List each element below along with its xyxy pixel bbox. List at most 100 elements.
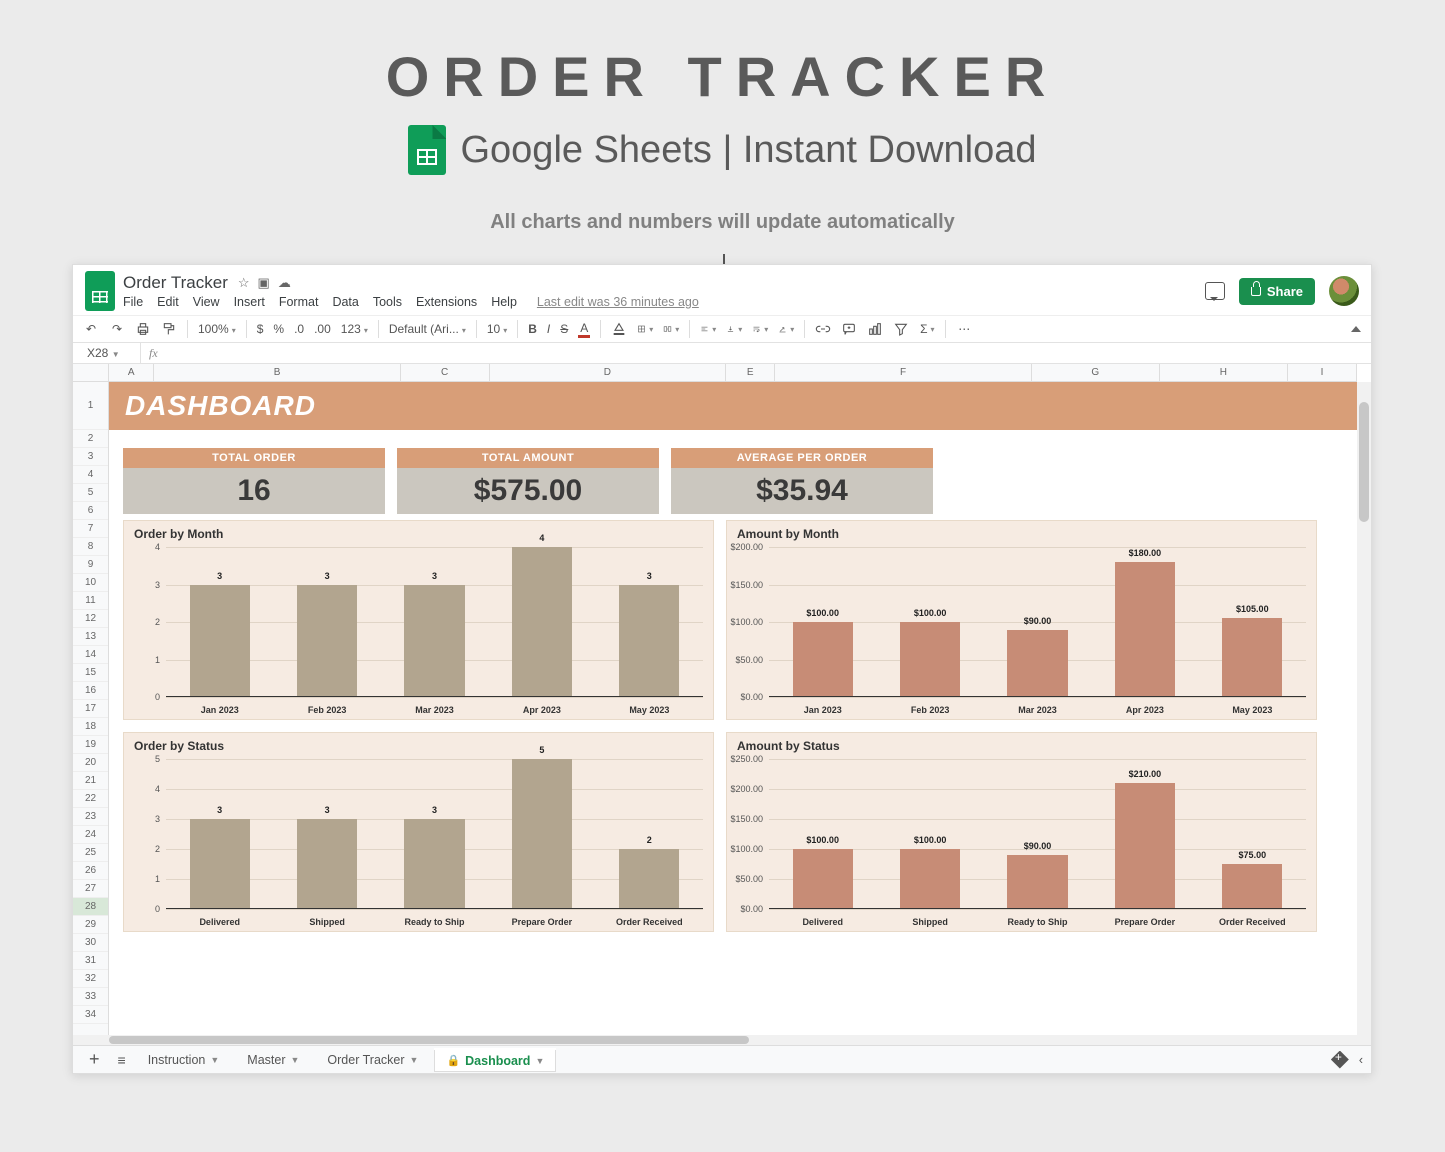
col-header-C[interactable]: C [401, 364, 490, 381]
menu-extensions[interactable]: Extensions [416, 295, 477, 309]
horizontal-align-button[interactable] [700, 321, 716, 337]
sheet-tab-master[interactable]: Master▼ [235, 1048, 311, 1072]
menu-format[interactable]: Format [279, 295, 319, 309]
menu-data[interactable]: Data [332, 295, 358, 309]
col-header-I[interactable]: I [1288, 364, 1357, 381]
row-header-18[interactable]: 18 [73, 718, 108, 736]
col-header-E[interactable]: E [726, 364, 775, 381]
row-header-21[interactable]: 21 [73, 772, 108, 790]
row-header-32[interactable]: 32 [73, 970, 108, 988]
row-header-11[interactable]: 11 [73, 592, 108, 610]
sheet-tab-order-tracker[interactable]: Order Tracker▼ [315, 1048, 430, 1072]
row-header-28[interactable]: 28 [73, 898, 108, 916]
row-header-17[interactable]: 17 [73, 700, 108, 718]
column-headers[interactable]: ABCDEFGHI [109, 364, 1357, 382]
row-header-25[interactable]: 25 [73, 844, 108, 862]
filter-button[interactable] [893, 321, 909, 337]
sheet-tab-dashboard[interactable]: 🔒Dashboard▼ [434, 1048, 556, 1072]
sheet-tab-instruction[interactable]: Instruction▼ [136, 1048, 232, 1072]
share-button[interactable]: Share [1239, 278, 1315, 305]
row-header-4[interactable]: 4 [73, 466, 108, 484]
row-header-15[interactable]: 15 [73, 664, 108, 682]
font-size-select[interactable]: 10 [487, 322, 507, 336]
row-header-31[interactable]: 31 [73, 952, 108, 970]
fill-color-button[interactable] [611, 321, 627, 337]
row-header-13[interactable]: 13 [73, 628, 108, 646]
text-color-button[interactable]: A [578, 321, 590, 338]
col-header-B[interactable]: B [154, 364, 400, 381]
decrease-decimal-button[interactable]: .0 [294, 322, 304, 336]
merge-cells-button[interactable] [663, 321, 679, 337]
menu-help[interactable]: Help [491, 295, 517, 309]
menu-insert[interactable]: Insert [234, 295, 265, 309]
tab-menu-icon[interactable]: ▼ [210, 1055, 219, 1065]
tab-menu-icon[interactable]: ▼ [535, 1056, 544, 1066]
row-header-16[interactable]: 16 [73, 682, 108, 700]
col-header-A[interactable]: A [109, 364, 154, 381]
menu-view[interactable]: View [193, 295, 220, 309]
row-header-29[interactable]: 29 [73, 916, 108, 934]
menu-edit[interactable]: Edit [157, 295, 179, 309]
vertical-align-button[interactable] [726, 321, 742, 337]
spreadsheet-grid[interactable]: ABCDEFGHI 123456789101112131415161718192… [73, 364, 1371, 1045]
print-icon[interactable] [135, 321, 151, 337]
row-header-20[interactable]: 20 [73, 754, 108, 772]
functions-button[interactable]: Σ [919, 321, 935, 337]
insert-chart-button[interactable] [867, 321, 883, 337]
paint-format-icon[interactable] [161, 321, 177, 337]
increase-decimal-button[interactable]: .00 [314, 322, 331, 336]
row-header-6[interactable]: 6 [73, 502, 108, 520]
menu-tools[interactable]: Tools [373, 295, 402, 309]
row-header-2[interactable]: 2 [73, 430, 108, 448]
explore-button[interactable] [1331, 1051, 1349, 1069]
more-formats-button[interactable]: 123 [341, 322, 368, 336]
italic-button[interactable]: I [547, 322, 550, 336]
formula-input[interactable] [166, 350, 1371, 356]
col-header-F[interactable]: F [775, 364, 1031, 381]
horizontal-scrollbar[interactable] [73, 1035, 1371, 1045]
vertical-scrollbar[interactable] [1357, 382, 1371, 1045]
text-wrap-button[interactable] [752, 321, 768, 337]
format-currency-button[interactable]: $ [257, 322, 264, 336]
zoom-select[interactable]: 100% [198, 322, 236, 336]
move-folder-icon[interactable]: ▣ [258, 275, 270, 291]
redo-icon[interactable]: ↷ [109, 321, 125, 337]
row-header-22[interactable]: 22 [73, 790, 108, 808]
add-sheet-button[interactable]: + [81, 1049, 108, 1070]
name-box[interactable]: X28 ▼ [73, 343, 141, 363]
font-family-select[interactable]: Default (Ari... [389, 322, 466, 336]
row-header-26[interactable]: 26 [73, 862, 108, 880]
insert-link-button[interactable] [815, 321, 831, 337]
account-avatar[interactable] [1329, 276, 1359, 306]
document-title[interactable]: Order Tracker [123, 273, 228, 293]
undo-icon[interactable]: ↶ [83, 321, 99, 337]
tab-menu-icon[interactable]: ▼ [410, 1055, 419, 1065]
tab-menu-icon[interactable]: ▼ [290, 1055, 299, 1065]
row-header-8[interactable]: 8 [73, 538, 108, 556]
row-header-24[interactable]: 24 [73, 826, 108, 844]
sheets-doc-icon[interactable] [85, 271, 115, 311]
col-header-G[interactable]: G [1032, 364, 1160, 381]
collapse-toolbar-icon[interactable] [1351, 326, 1361, 332]
last-edit-info[interactable]: Last edit was 36 minutes ago [537, 295, 699, 309]
row-header-33[interactable]: 33 [73, 988, 108, 1006]
menu-file[interactable]: File [123, 295, 143, 309]
col-header-D[interactable]: D [490, 364, 727, 381]
select-all-corner[interactable] [73, 364, 109, 382]
borders-button[interactable] [637, 321, 653, 337]
row-headers[interactable]: 1234567891011121314151617181920212223242… [73, 382, 109, 1045]
format-percent-button[interactable]: % [273, 322, 284, 336]
bold-button[interactable]: B [528, 322, 537, 336]
row-header-23[interactable]: 23 [73, 808, 108, 826]
all-sheets-button[interactable]: ≡ [112, 1052, 132, 1068]
star-icon[interactable]: ☆ [238, 275, 250, 291]
row-header-1[interactable]: 1 [73, 382, 108, 430]
row-header-12[interactable]: 12 [73, 610, 108, 628]
row-header-19[interactable]: 19 [73, 736, 108, 754]
row-header-30[interactable]: 30 [73, 934, 108, 952]
col-header-H[interactable]: H [1160, 364, 1288, 381]
side-panel-toggle-icon[interactable]: ‹ [1359, 1053, 1363, 1067]
more-toolbar-icon[interactable]: ⋯ [956, 321, 972, 337]
insert-comment-button[interactable] [841, 321, 857, 337]
text-rotation-button[interactable] [778, 321, 794, 337]
